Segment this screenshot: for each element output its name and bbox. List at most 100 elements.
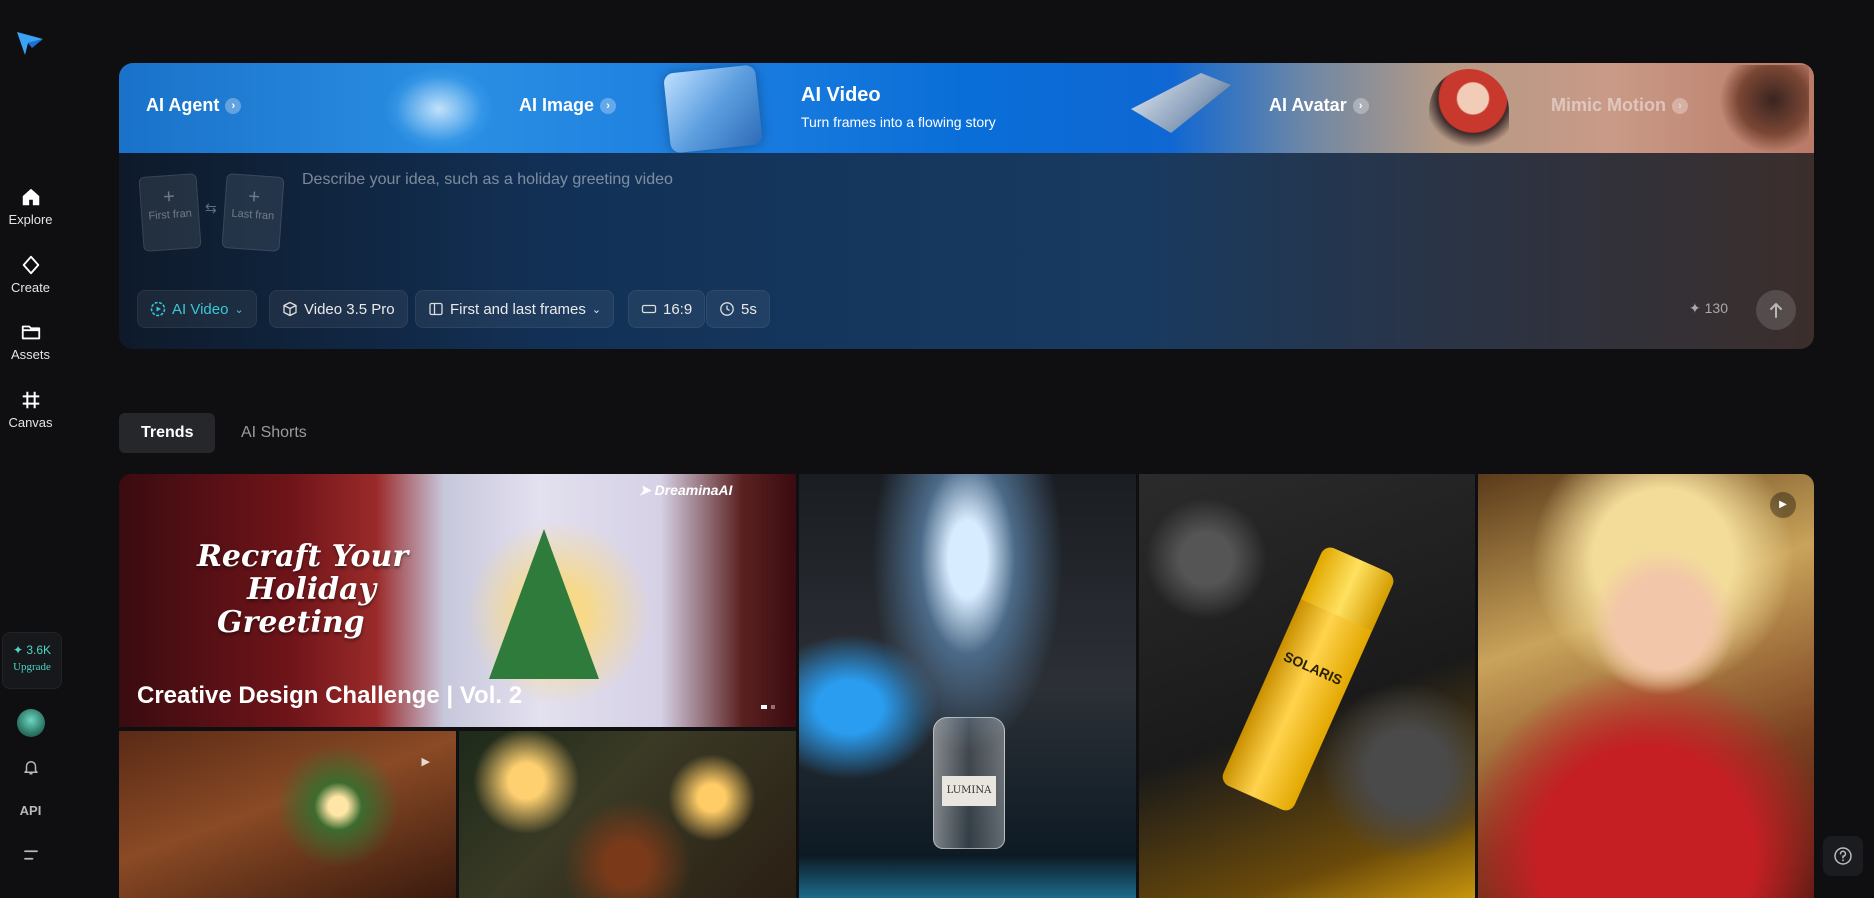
play-icon: ▶ bbox=[1779, 499, 1787, 510]
frames-dropdown[interactable]: First and last frames ⌄ bbox=[415, 290, 615, 328]
sidebar-item-explore[interactable]: Explore bbox=[0, 186, 61, 227]
sidebar-item-canvas[interactable]: Canvas bbox=[0, 389, 61, 430]
credit-cost: ✦ 130 bbox=[1689, 300, 1728, 317]
tree-art bbox=[489, 529, 599, 679]
clock-icon bbox=[720, 302, 734, 316]
cube-icon bbox=[283, 301, 297, 317]
ratio-icon bbox=[641, 304, 657, 314]
chevron-down-icon: ⌄ bbox=[234, 303, 244, 316]
sidebar-item-assets[interactable]: Assets bbox=[0, 321, 61, 362]
last-frame-label: Last fran bbox=[231, 207, 275, 223]
lumina-bottle: LUMINA bbox=[933, 717, 1005, 849]
product-tile-solaris[interactable]: SOLARIS bbox=[1139, 474, 1475, 898]
headline-line: Recraft Your bbox=[197, 539, 409, 574]
carousel-dot-active[interactable] bbox=[761, 705, 767, 709]
solaris-bottle: SOLARIS bbox=[1219, 544, 1397, 814]
sidebar-item-label: Explore bbox=[8, 212, 53, 227]
ratio-label: 16:9 bbox=[663, 300, 693, 318]
sidebar-item-label: Assets bbox=[10, 347, 50, 362]
jet-art bbox=[1131, 73, 1231, 133]
avatar-art bbox=[1429, 69, 1509, 153]
product-tile-lumina[interactable]: LUMINA bbox=[799, 474, 1136, 898]
ai-agent-art bbox=[384, 67, 494, 151]
credits-count: ✦ 3.6K bbox=[12, 643, 52, 657]
tab-ai-agent[interactable]: AI Agent › bbox=[119, 63, 494, 153]
model-selector[interactable]: Video 3.5 Pro bbox=[269, 290, 408, 328]
help-icon bbox=[1834, 847, 1852, 865]
folder-icon bbox=[21, 325, 40, 340]
avatar-tile[interactable]: ▶ bbox=[1478, 474, 1814, 898]
tab-mimic-motion[interactable]: Mimic Motion › bbox=[1529, 63, 1814, 153]
tab-ai-avatar[interactable]: AI Avatar › bbox=[1239, 63, 1529, 153]
upgrade-label: Upgrade bbox=[13, 661, 51, 673]
sidebar-item-label: Canvas bbox=[8, 415, 53, 430]
canvas-grid-icon bbox=[22, 391, 39, 409]
mode-dropdown[interactable]: AI Video ⌄ bbox=[137, 290, 257, 328]
tab-label: AI Image bbox=[519, 95, 595, 115]
sparkle-icon: ✦ bbox=[1689, 300, 1701, 316]
chevron-right-icon: › bbox=[1672, 98, 1688, 115]
tab-trends[interactable]: Trends bbox=[119, 413, 216, 453]
video-mode-icon bbox=[150, 301, 166, 317]
video-tile[interactable]: ▶ bbox=[119, 731, 456, 898]
feature-banner: AI Agent › AI Image › AI Video Turn frames… bbox=[119, 63, 1814, 153]
carousel-dot[interactable] bbox=[771, 705, 775, 709]
tab-label: Mimic Motion bbox=[1551, 95, 1666, 115]
chevron-down-icon: ⌄ bbox=[591, 303, 602, 316]
ai-image-art bbox=[663, 64, 763, 153]
last-frame-upload[interactable]: + Last fran bbox=[221, 173, 285, 252]
feature-title: Creative Design Challenge | Vol. 2 bbox=[137, 682, 523, 709]
api-link[interactable]: API bbox=[0, 803, 61, 818]
model-label: Video 3.5 Pro bbox=[304, 300, 395, 318]
play-button[interactable]: ▶ bbox=[1770, 492, 1796, 518]
sidebar-item-create[interactable]: Create bbox=[0, 254, 61, 295]
tab-ai-image[interactable]: AI Image › bbox=[489, 63, 789, 153]
chevron-right-icon: › bbox=[600, 98, 617, 115]
first-frame-upload[interactable]: + First fran bbox=[138, 173, 202, 252]
brand-watermark: ➤ DreaminaAI bbox=[639, 482, 732, 499]
tab-subtitle: Turn frames into a flowing story bbox=[801, 114, 996, 130]
prompt-panel: + First fran ⇆ + Last fran Describe your… bbox=[119, 153, 1814, 349]
tab-label: AI Agent bbox=[146, 95, 220, 115]
brand-name: DreaminaAI bbox=[654, 482, 733, 498]
mode-label: AI Video bbox=[172, 300, 229, 318]
dreamina-logo-icon: ➤ bbox=[639, 482, 651, 498]
sidebar: Explore Create Assets Canvas ✦ 3.6K Upgr… bbox=[0, 0, 62, 898]
aspect-ratio-button[interactable]: 16:9 bbox=[628, 290, 706, 328]
bell-icon[interactable] bbox=[22, 757, 40, 777]
bottle-label: SOLARIS bbox=[1281, 648, 1345, 689]
tab-label: AI Video bbox=[801, 84, 881, 106]
dreamina-logo-icon[interactable] bbox=[14, 26, 46, 58]
arrow-up-icon bbox=[1770, 303, 1782, 318]
mimic-art bbox=[1719, 65, 1809, 153]
chevron-right-icon: › bbox=[1352, 98, 1369, 115]
headline-line: Greeting bbox=[217, 605, 365, 640]
prompt-input[interactable]: Describe your idea, such as a holiday gr… bbox=[302, 171, 673, 189]
bokeh-tile[interactable] bbox=[459, 731, 796, 898]
first-frame-label: First fran bbox=[148, 207, 193, 223]
upgrade-credits-button[interactable]: ✦ 3.6K Upgrade bbox=[2, 632, 62, 689]
tab-label: AI Avatar bbox=[1269, 95, 1347, 115]
home-icon bbox=[22, 188, 39, 206]
frames-icon bbox=[429, 302, 443, 316]
feature-headline: Recraft Your Holiday Greeting bbox=[197, 540, 408, 639]
headline-line: Holiday bbox=[247, 572, 376, 607]
bottle-label: LUMINA bbox=[942, 776, 996, 806]
duration-label: 5s bbox=[741, 300, 757, 318]
menu-icon[interactable] bbox=[22, 847, 40, 863]
chevron-right-icon: › bbox=[225, 98, 242, 115]
feature-card[interactable]: ➤ DreaminaAI Recraft Your Holiday Greeti… bbox=[119, 474, 796, 727]
sparkle-diamond-icon bbox=[22, 255, 39, 275]
bottle-cap bbox=[1300, 544, 1397, 631]
duration-button[interactable]: 5s bbox=[706, 290, 770, 328]
sidebar-item-label: Create bbox=[10, 280, 51, 295]
avatar[interactable] bbox=[17, 709, 45, 737]
cost-value: 130 bbox=[1704, 300, 1728, 316]
tab-ai-video[interactable]: AI Video Turn frames into a flowing stor… bbox=[789, 63, 1239, 153]
frames-label: First and last frames bbox=[450, 300, 586, 318]
generate-button[interactable] bbox=[1756, 290, 1796, 330]
swap-icon[interactable]: ⇆ bbox=[205, 200, 217, 217]
help-button[interactable] bbox=[1823, 836, 1863, 876]
tab-ai-shorts[interactable]: AI Shorts bbox=[219, 413, 329, 453]
play-icon: ▶ bbox=[421, 756, 430, 768]
